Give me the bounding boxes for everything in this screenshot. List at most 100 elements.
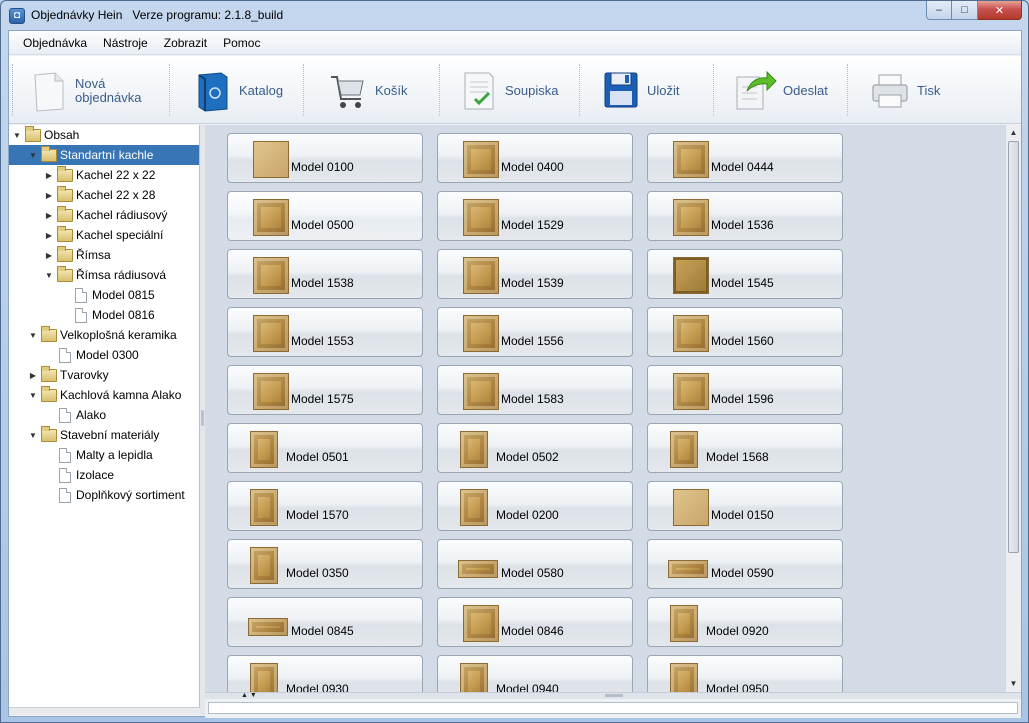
product-tile[interactable]: Model 0845 (227, 597, 423, 647)
tree-node-velkoplosna-keramika[interactable]: ▼ Velkoplošná keramika (27, 325, 177, 345)
collapsed-arrow-icon[interactable]: ▶ (43, 191, 55, 200)
product-tile[interactable]: Model 0930 (227, 655, 423, 692)
product-tile[interactable]: Model 1583 (437, 365, 633, 415)
save-button[interactable]: Uložit (601, 62, 701, 120)
splitter-grip[interactable] (605, 694, 623, 697)
tree-node-model-0816[interactable]: Model 0816 (71, 305, 155, 325)
folder-icon (57, 225, 73, 242)
close-button[interactable]: ✕ (978, 1, 1022, 20)
tree-node-rimsa[interactable]: ▶ Římsa (43, 245, 111, 265)
expanded-arrow-icon[interactable]: ▼ (27, 391, 39, 400)
product-tile[interactable]: Model 1536 (647, 191, 843, 241)
collapsed-arrow-icon[interactable]: ▶ (43, 211, 55, 220)
toolbar-grip[interactable] (12, 64, 15, 116)
product-tile[interactable]: Model 0846 (437, 597, 633, 647)
splitter-grip[interactable] (201, 410, 204, 426)
product-tile[interactable]: Model 1538 (227, 249, 423, 299)
product-tile[interactable]: Model 0590 (647, 539, 843, 589)
expanded-arrow-icon[interactable]: ▼ (11, 131, 23, 140)
product-tile[interactable]: Model 0580 (437, 539, 633, 589)
print-button[interactable]: Tisk (869, 62, 969, 120)
product-tile[interactable]: Model 0350 (227, 539, 423, 589)
product-tile[interactable]: Model 0500 (227, 191, 423, 241)
tree-node-kachel-22x28[interactable]: ▶ Kachel 22 x 28 (43, 185, 155, 205)
product-tile[interactable]: Model 1575 (227, 365, 423, 415)
tree-node-model-0815[interactable]: Model 0815 (71, 285, 155, 305)
product-name: Model 1568 (706, 450, 769, 464)
tree-node-malty-a-lepidla[interactable]: Malty a lepidla (55, 445, 153, 465)
scroll-up-arrow-icon[interactable]: ▲ (1006, 125, 1021, 141)
product-tile[interactable]: Model 0501 (227, 423, 423, 473)
toolbar-separator (169, 64, 170, 116)
product-tile[interactable]: Model 0400 (437, 133, 633, 183)
tree-node-izolace[interactable]: Izolace (55, 465, 114, 485)
catalog-label: Katalog (239, 83, 284, 98)
scroll-down-arrow-icon[interactable]: ▼ (1006, 676, 1021, 692)
expanded-arrow-icon[interactable]: ▼ (27, 431, 39, 440)
tree-node-rimsa-radiusova[interactable]: ▼ Římsa rádiusová (43, 265, 166, 285)
product-tile[interactable]: Model 1529 (437, 191, 633, 241)
maximize-button[interactable]: □ (952, 1, 978, 20)
product-tile[interactable]: Model 0950 (647, 655, 843, 692)
tree-node-kachlova-kamna-alako[interactable]: ▼ Kachlová kamna Alako (27, 385, 181, 405)
tree-node-kachel-radiusovy[interactable]: ▶ Kachel rádiusový (43, 205, 167, 225)
tree-node-model-0300[interactable]: Model 0300 (55, 345, 139, 365)
expanded-arrow-icon[interactable]: ▼ (27, 151, 39, 160)
product-tile[interactable]: Model 0502 (437, 423, 633, 473)
tree-node-label: Kachel 22 x 28 (76, 188, 156, 202)
product-grid-scrollbar[interactable]: ▲ ▼ (1005, 125, 1021, 692)
minimize-button[interactable]: – (926, 1, 952, 20)
tree-node-stavebni-materialy[interactable]: ▼ Stavební materiály (27, 425, 159, 445)
tree-node-alako[interactable]: Alako (55, 405, 106, 425)
product-tile[interactable]: Model 1596 (647, 365, 843, 415)
product-tile[interactable]: Model 0200 (437, 481, 633, 531)
tree-node-label: Izolace (76, 468, 115, 482)
summary-button[interactable]: Soupiska (459, 62, 569, 120)
menu-objednavka[interactable]: Objednávka (15, 36, 95, 50)
menu-pomoc[interactable]: Pomoc (215, 36, 268, 50)
product-tile[interactable]: Model 1553 (227, 307, 423, 357)
product-tile[interactable]: Model 1545 (647, 249, 843, 299)
product-tile[interactable]: Model 1568 (647, 423, 843, 473)
product-name: Model 1539 (501, 276, 564, 290)
new-document-icon (34, 72, 64, 112)
expanded-arrow-icon[interactable]: ▼ (43, 271, 55, 280)
collapsed-arrow-icon[interactable]: ▶ (43, 231, 55, 240)
expanded-arrow-icon[interactable]: ▼ (27, 331, 39, 340)
tree-node-label: Model 0816 (92, 308, 155, 322)
menu-nastroje[interactable]: Nástroje (95, 36, 156, 50)
catalog-button[interactable]: Katalog (193, 62, 293, 120)
product-tile[interactable]: Model 1539 (437, 249, 633, 299)
tree-horizontal-scrollbar[interactable] (9, 707, 200, 715)
bottom-splitter[interactable]: ▲▼ (205, 692, 1021, 699)
product-tile[interactable]: Model 0150 (647, 481, 843, 531)
tree-node-obsah[interactable]: ▼ Obsah (9, 125, 200, 145)
cart-button[interactable]: Košík (327, 62, 427, 120)
product-tile[interactable]: Model 0100 (227, 133, 423, 183)
product-tile[interactable]: Model 0940 (437, 655, 633, 692)
tree-node-label: Obsah (44, 128, 80, 142)
tree-node-kachel-22x22[interactable]: ▶ Kachel 22 x 22 (43, 165, 155, 185)
splitter-arrows-icon[interactable]: ▲▼ (241, 692, 259, 699)
tree-node-label: Standartní kachle (60, 148, 154, 162)
scrollbar-thumb[interactable] (1008, 141, 1019, 553)
collapsed-arrow-icon[interactable]: ▶ (43, 251, 55, 260)
title-bar[interactable]: ◘ Objednávky Hein Verze programu: 2.1.8_… (1, 1, 1028, 29)
new-order-button[interactable]: Nová objednávka (29, 62, 159, 120)
collapsed-arrow-icon[interactable]: ▶ (27, 371, 39, 380)
product-tile[interactable]: Model 0920 (647, 597, 843, 647)
product-tile[interactable]: Model 1560 (647, 307, 843, 357)
send-button[interactable]: Odeslat (733, 62, 843, 120)
tree-node-tvarovky[interactable]: ▶ Tvarovky (27, 365, 109, 385)
tree-node-kachel-specialni[interactable]: ▶ Kachel speciální (43, 225, 163, 245)
menu-zobrazit[interactable]: Zobrazit (156, 36, 215, 50)
product-tile[interactable]: Model 1570 (227, 481, 423, 531)
menu-bar: Objednávka Nástroje Zobrazit Pomoc (9, 31, 1021, 55)
tree-node-standartni-kachle[interactable]: ▼ Standartní kachle (9, 145, 199, 165)
collapsed-arrow-icon[interactable]: ▶ (43, 171, 55, 180)
app-icon[interactable]: ◘ (9, 8, 25, 24)
new-order-label-line2: objednávka (75, 90, 142, 105)
product-tile[interactable]: Model 1556 (437, 307, 633, 357)
tree-node-doplnkovy-sortiment[interactable]: Doplňkový sortiment (55, 485, 185, 505)
product-tile[interactable]: Model 0444 (647, 133, 843, 183)
